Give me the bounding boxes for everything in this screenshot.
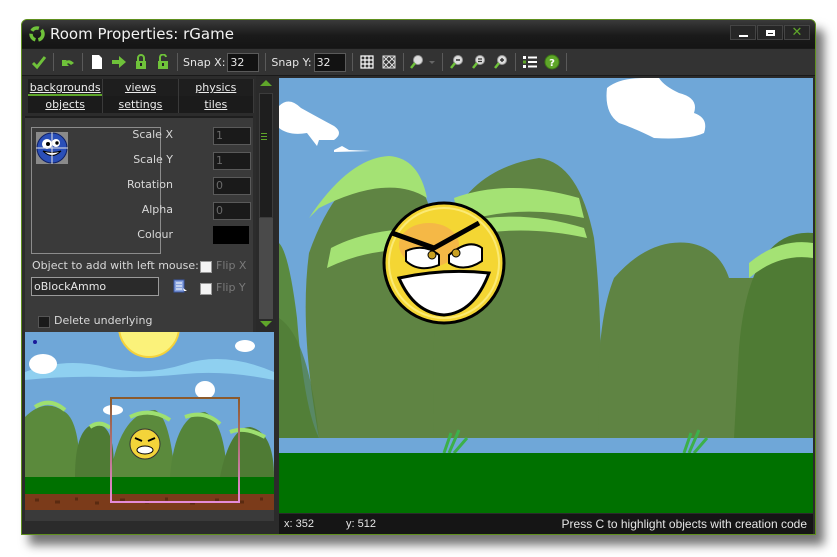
rotation-input[interactable]: 0 (213, 177, 251, 195)
status-hint: Press C to highlight objects with creati… (561, 517, 807, 531)
object-sprite-thumbnail (36, 132, 68, 164)
ok-button[interactable] (29, 52, 49, 72)
toolbar-separator (177, 53, 178, 71)
toolbar-separator (402, 53, 404, 71)
tab-views[interactable]: views (103, 79, 179, 96)
toolbar-separator (514, 53, 516, 71)
object-picker-icon[interactable] (173, 279, 188, 294)
toolbar-separator (565, 53, 567, 71)
left-bottom-strip (22, 521, 277, 534)
zoom-in-button[interactable] (491, 52, 511, 72)
flip-x-label: Flip X (216, 259, 247, 272)
undo-button[interactable] (58, 52, 78, 72)
scroll-grip-icon (261, 133, 267, 141)
window-title: Room Properties: rGame (50, 25, 234, 43)
snap-y-label: Snap Y: (271, 55, 312, 69)
left-panel: backgrounds views physics objects settin… (22, 76, 256, 334)
zoom-reset-button[interactable] (469, 52, 489, 72)
room-scene (279, 78, 813, 513)
scroll-down-arrow-icon[interactable] (260, 321, 272, 327)
toolbar-separator (265, 53, 267, 71)
unlock-icon (158, 54, 168, 69)
left-panel-scrollbar[interactable] (256, 76, 276, 332)
flip-y-checkbox[interactable] (200, 283, 212, 295)
tab-backgrounds[interactable]: backgrounds (28, 79, 104, 96)
zoom-out-button[interactable] (447, 52, 467, 72)
rotation-label: Rotation (126, 178, 173, 191)
lock-icon (136, 54, 146, 69)
scale-y-label: Scale Y (133, 153, 173, 166)
grid-toggle-button[interactable] (357, 52, 377, 72)
room-minimap[interactable] (25, 332, 274, 521)
undo-icon (62, 60, 74, 66)
close-button[interactable]: ✕ (784, 25, 810, 40)
flip-y-label: Flip Y (216, 281, 246, 294)
toolbar-separator (82, 53, 83, 71)
isometric-grid-button[interactable] (379, 52, 399, 72)
shift-instances-button[interactable] (109, 52, 129, 72)
colour-label: Colour (137, 228, 173, 241)
snap-x-input[interactable] (227, 52, 260, 72)
maximize-icon (765, 29, 775, 36)
instance-list-button[interactable] (520, 52, 540, 72)
help-icon: ? (544, 54, 560, 70)
scroll-up-arrow-icon[interactable] (260, 80, 272, 86)
minimize-button[interactable] (730, 25, 756, 40)
status-bar: x: 352 y: 512 Press C to highlight objec… (279, 514, 813, 534)
colour-swatch[interactable] (213, 226, 249, 244)
toolbar: Snap X: Snap Y: ? (22, 48, 815, 76)
lock-button[interactable] (131, 52, 151, 72)
maximize-button[interactable] (757, 25, 783, 40)
snap-y-input[interactable] (313, 52, 346, 72)
scale-x-input[interactable]: 1 (213, 127, 251, 145)
angry-ball-instance (382, 201, 506, 325)
zoom-out-icon (449, 55, 463, 69)
tab-bar: backgrounds views physics objects settin… (28, 79, 254, 113)
delete-underlying-checkbox[interactable] (38, 316, 50, 328)
scale-y-input[interactable]: 1 (213, 152, 251, 170)
new-document-icon (92, 55, 102, 69)
object-to-add-label: Object to add with left mouse: (32, 259, 199, 272)
snap-x-label: Snap X: (183, 55, 226, 69)
alpha-label: Alpha (141, 203, 173, 216)
list-icon (522, 56, 537, 68)
flip-x-checkbox[interactable] (200, 261, 212, 273)
svg-text:?: ? (549, 58, 555, 69)
cursor-y-readout: y: 512 (346, 518, 376, 530)
clear-room-button[interactable] (87, 52, 107, 72)
tab-tiles[interactable]: tiles (178, 96, 254, 113)
alpha-input[interactable]: 0 (213, 202, 251, 220)
title-bar[interactable]: Room Properties: rGame ✕ (22, 20, 815, 48)
toolbar-separator (441, 53, 443, 71)
arrow-right-icon (112, 56, 126, 68)
tab-objects[interactable]: objects (28, 96, 104, 113)
tab-settings[interactable]: settings (103, 96, 179, 113)
zoom-reset-icon (471, 55, 485, 69)
magnifier-dropdown-icon (409, 55, 435, 69)
help-button[interactable]: ? (542, 52, 562, 72)
toolbar-separator (53, 53, 54, 71)
checkmark-icon (31, 56, 47, 70)
toolbar-separator (351, 53, 353, 71)
room-properties-window: Room Properties: rGame ✕ Snap X: 32 Snap… (21, 19, 816, 535)
objects-properties-panel: Scale X 1 Scale Y 1 Rotation 0 Alpha 0 C… (25, 116, 253, 334)
cursor-x-readout: x: 352 (284, 518, 314, 530)
zoom-in-icon (493, 55, 507, 69)
minimize-icon (738, 34, 748, 37)
delete-underlying-label: Delete underlying (54, 314, 153, 327)
unlock-button[interactable] (153, 52, 173, 72)
gamemaker-logo-icon (29, 26, 45, 42)
scroll-thumb[interactable] (259, 93, 273, 218)
minimap-view-rectangle[interactable] (110, 397, 240, 503)
room-canvas[interactable] (279, 78, 813, 513)
scale-x-label: Scale X (132, 128, 173, 141)
tab-physics[interactable]: physics (178, 79, 254, 96)
grid-icon (359, 55, 374, 69)
object-name-field[interactable]: oBlockAmmo (31, 277, 159, 296)
close-icon: ✕ (791, 25, 803, 40)
zoom-dropdown-button[interactable] (408, 52, 438, 72)
iso-grid-icon (381, 55, 396, 69)
